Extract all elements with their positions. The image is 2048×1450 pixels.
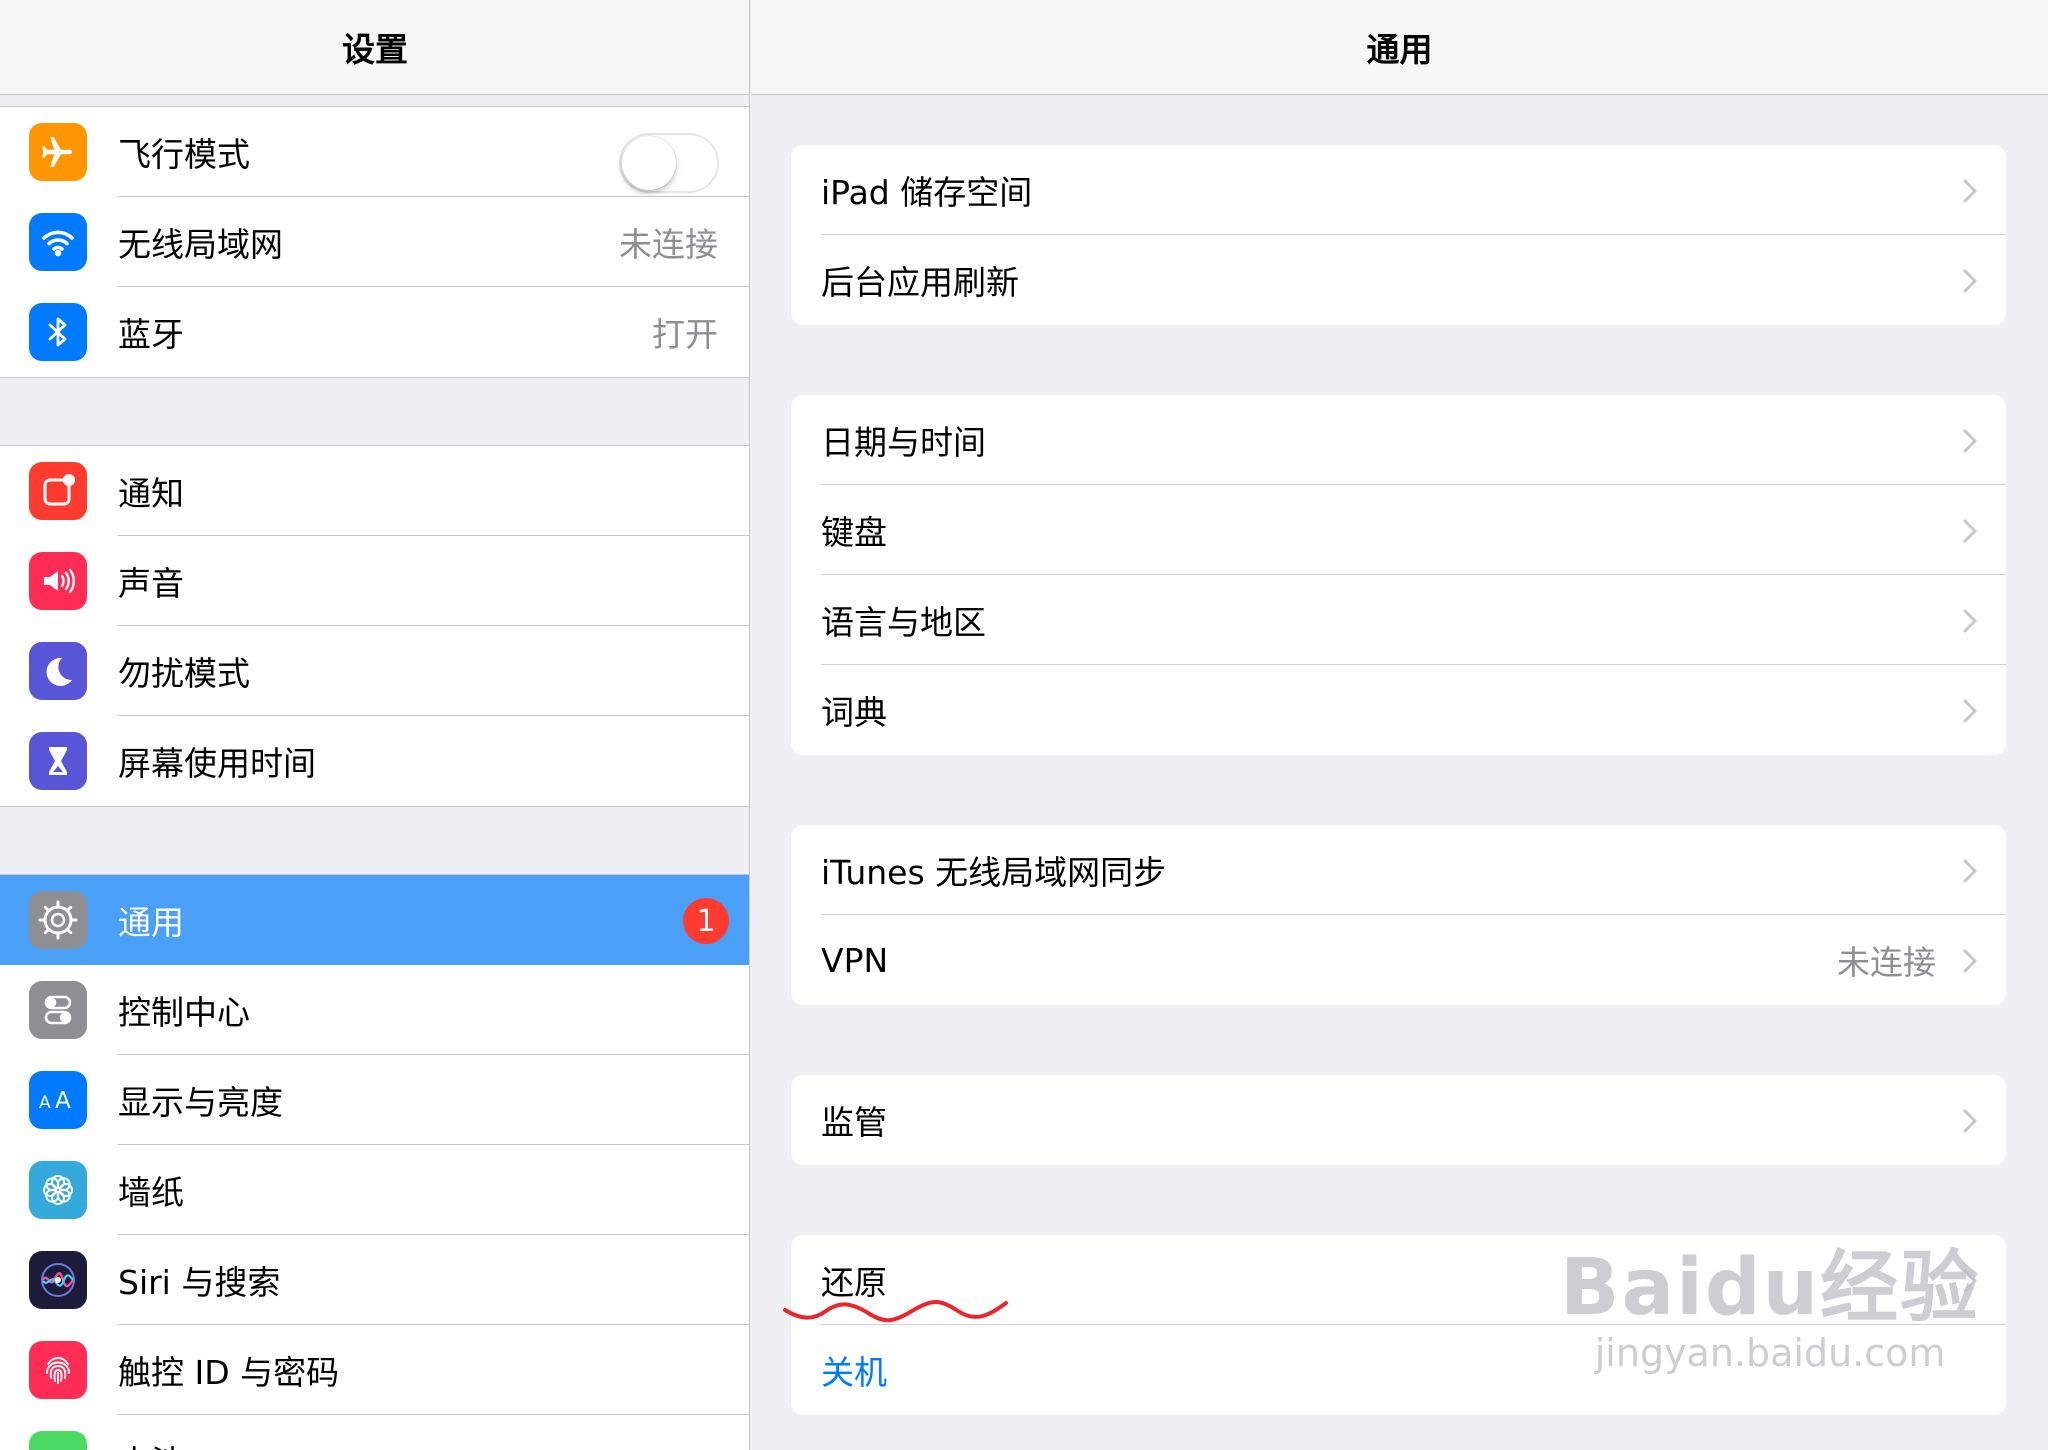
chevron-right-icon: [1963, 859, 1977, 883]
settings-row-bluetooth[interactable]: 蓝牙 打开: [0, 287, 750, 377]
do-not-disturb-label: 勿扰模式: [118, 654, 250, 693]
screen-time-label: 屏幕使用时间: [118, 744, 316, 783]
master-group-general: 通用 1 控制中心 AA 显示与亮度 墙纸 Siri 与搜索 触控 ID 与密码: [0, 874, 750, 1450]
moon-icon: [29, 642, 87, 700]
general-row-itunes-wifi-sync[interactable]: iTunes 无线局域网同步: [791, 825, 2006, 915]
detail-group-localization: 日期与时间 键盘 语言与地区 词典: [791, 395, 2006, 755]
general-label: 通用: [118, 903, 184, 942]
red-underline-annotation: [783, 1300, 1008, 1323]
wifi-status-value: 未连接: [619, 225, 718, 264]
general-row-keyboard[interactable]: 键盘: [791, 485, 2006, 575]
notifications-icon: [29, 462, 87, 520]
chevron-right-icon: [1963, 269, 1977, 293]
chevron-right-icon: [1963, 1109, 1977, 1133]
airplane-mode-label: 飞行模式: [118, 135, 250, 174]
switches-icon: [29, 981, 87, 1039]
chevron-right-icon: [1963, 949, 1977, 973]
gear-icon: [29, 891, 87, 949]
general-row-ipad-storage[interactable]: iPad 储存空间: [791, 145, 2006, 235]
master-group-connectivity: 飞行模式 无线局域网 未连接 蓝牙 打开: [0, 106, 750, 378]
date-time-label: 日期与时间: [821, 423, 986, 462]
bluetooth-icon: [29, 303, 87, 361]
vpn-status-value: 未连接: [1837, 943, 1936, 982]
flower-icon: [29, 1161, 87, 1219]
settings-row-notifications[interactable]: 通知: [0, 446, 750, 536]
toggle-knob: [622, 136, 676, 190]
watermark-logo: Baidu经验: [1560, 1243, 1981, 1333]
detail-nav-bar: 通用: [751, 0, 2048, 95]
general-row-vpn[interactable]: VPN 未连接: [791, 915, 2006, 1005]
bluetooth-status-value: 打开: [652, 315, 718, 354]
master-group-notifications: 通知 声音 勿扰模式 屏幕使用时间: [0, 445, 750, 807]
chevron-right-icon: [1963, 699, 1977, 723]
general-row-date-time[interactable]: 日期与时间: [791, 395, 2006, 485]
settings-row-airplane-mode[interactable]: 飞行模式: [0, 107, 750, 197]
sound-icon: [29, 552, 87, 610]
vpn-label: VPN: [821, 940, 889, 980]
shut-down-label: 关机: [821, 1353, 887, 1392]
hourglass-icon: [29, 732, 87, 790]
detail-group-storage: iPad 储存空间 后台应用刷新: [791, 145, 2006, 325]
watermark-url: jingyan.baidu.com: [1594, 1331, 1946, 1375]
airplane-mode-toggle[interactable]: [619, 133, 719, 193]
settings-row-display-brightness[interactable]: AA 显示与亮度: [0, 1055, 750, 1145]
ipad-storage-label: iPad 储存空间: [821, 173, 1033, 212]
general-row-language-region[interactable]: 语言与地区: [791, 575, 2006, 665]
airplane-icon: [29, 123, 87, 181]
settings-row-wallpaper[interactable]: 墙纸: [0, 1145, 750, 1235]
wifi-label: 无线局域网: [118, 225, 283, 264]
sounds-label: 声音: [118, 564, 184, 603]
svg-text:A: A: [39, 1093, 51, 1113]
siri-icon: [29, 1251, 87, 1309]
general-row-dictionary[interactable]: 词典: [791, 665, 2006, 755]
supervision-label: 监管: [821, 1103, 887, 1142]
settings-row-battery[interactable]: 电池: [0, 1415, 750, 1450]
chevron-right-icon: [1963, 429, 1977, 453]
battery-icon: [29, 1431, 87, 1450]
master-title: 设置: [342, 30, 408, 69]
keyboard-label: 键盘: [821, 513, 887, 552]
notifications-label: 通知: [118, 474, 184, 513]
fingerprint-icon: [29, 1341, 87, 1399]
baidu-watermark: Baidu经验 jingyan.baidu.com: [1560, 1225, 1980, 1375]
text-size-icon: AA: [29, 1071, 87, 1129]
touch-id-passcode-label: 触控 ID 与密码: [118, 1353, 340, 1392]
detail-title: 通用: [1366, 30, 1433, 69]
settings-row-do-not-disturb[interactable]: 勿扰模式: [0, 626, 750, 716]
chevron-right-icon: [1963, 609, 1977, 633]
chevron-right-icon: [1963, 519, 1977, 543]
display-brightness-label: 显示与亮度: [118, 1083, 283, 1122]
svg-text:A: A: [55, 1088, 71, 1114]
bluetooth-label: 蓝牙: [118, 315, 184, 354]
language-region-label: 语言与地区: [821, 603, 986, 642]
settings-row-sounds[interactable]: 声音: [0, 536, 750, 626]
control-center-label: 控制中心: [118, 993, 250, 1032]
settings-row-siri-search[interactable]: Siri 与搜索: [0, 1235, 750, 1325]
settings-row-wifi[interactable]: 无线局域网 未连接: [0, 197, 750, 287]
background-app-refresh-label: 后台应用刷新: [821, 263, 1019, 302]
general-row-supervision[interactable]: 监管: [791, 1075, 2006, 1165]
detail-group-supervision: 监管: [791, 1075, 2006, 1165]
settings-row-touch-id-passcode[interactable]: 触控 ID 与密码: [0, 1325, 750, 1415]
battery-label: 电池: [118, 1436, 184, 1450]
detail-group-sync: iTunes 无线局域网同步 VPN 未连接: [791, 825, 2006, 1005]
siri-search-label: Siri 与搜索: [118, 1263, 281, 1302]
wifi-icon: [29, 213, 87, 271]
itunes-wifi-sync-label: iTunes 无线局域网同步: [821, 853, 1167, 892]
update-count-badge: 1: [683, 898, 729, 944]
chevron-right-icon: [1963, 179, 1977, 203]
dictionary-label: 词典: [821, 693, 887, 732]
wallpaper-label: 墙纸: [118, 1173, 184, 1212]
settings-master-pane: 设置 飞行模式 无线局域网 未连接 蓝牙 打开 通知 声音 勿扰模式 屏幕使用时…: [0, 0, 750, 1450]
settings-row-screen-time[interactable]: 屏幕使用时间: [0, 716, 750, 806]
settings-row-general[interactable]: 通用 1: [0, 875, 750, 965]
settings-row-control-center[interactable]: 控制中心: [0, 965, 750, 1055]
master-nav-bar: 设置: [0, 0, 750, 95]
general-row-background-app-refresh[interactable]: 后台应用刷新: [791, 235, 2006, 325]
